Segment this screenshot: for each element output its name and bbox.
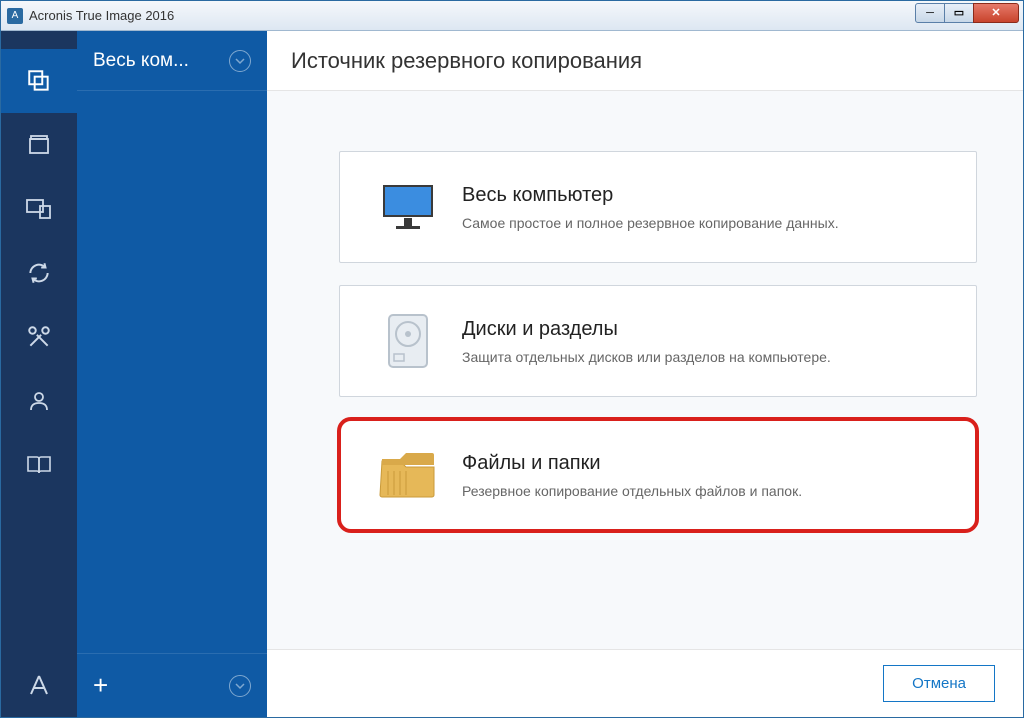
- tools-icon: [26, 324, 52, 350]
- context-header[interactable]: Весь ком...: [77, 31, 267, 91]
- card-title: Файлы и папки: [462, 452, 802, 475]
- card-desc: Самое простое и полное резервное копиров…: [462, 215, 839, 231]
- rail-backup[interactable]: [1, 49, 77, 113]
- context-panel: Весь ком... +: [77, 31, 267, 717]
- archive-icon: [27, 133, 51, 157]
- rail-sync[interactable]: [1, 241, 77, 305]
- footer-bar: Отмена: [267, 649, 1023, 717]
- context-footer: +: [77, 653, 267, 717]
- window-title: Acronis True Image 2016: [29, 8, 174, 23]
- acronis-logo-icon: [27, 673, 51, 697]
- chevron-down-icon: [229, 50, 251, 72]
- monitor-icon: [368, 182, 448, 232]
- rail-help[interactable]: [1, 433, 77, 497]
- sync-icon: [26, 260, 52, 286]
- card-title: Диски и разделы: [462, 318, 831, 341]
- card-desc: Защита отдельных дисков или разделов на …: [462, 349, 831, 365]
- app-window: A Acronis True Image 2016 ─ ▭ ✕: [0, 0, 1024, 718]
- page-title: Источник резервного копирования: [267, 31, 1023, 91]
- cancel-button[interactable]: Отмена: [883, 665, 995, 702]
- card-disks-partitions[interactable]: Диски и разделы Защита отдельных дисков …: [339, 285, 977, 397]
- maximize-button[interactable]: ▭: [944, 3, 974, 23]
- account-icon: [27, 389, 51, 413]
- minimize-icon: ─: [926, 7, 934, 19]
- titlebar: A Acronis True Image 2016 ─ ▭ ✕: [1, 1, 1023, 31]
- devices-icon: [26, 198, 52, 220]
- card-files-folders[interactable]: Файлы и папки Резервное копирование отде…: [339, 419, 977, 531]
- card-desc: Резервное копирование отдельных файлов и…: [462, 483, 802, 499]
- app-icon: A: [7, 8, 23, 24]
- card-title: Весь компьютер: [462, 184, 839, 207]
- maximize-icon: ▭: [954, 6, 964, 19]
- close-icon: ✕: [991, 6, 1000, 19]
- rail-devices[interactable]: [1, 177, 77, 241]
- rail-tools[interactable]: [1, 305, 77, 369]
- backup-icon: [26, 68, 52, 94]
- app-body: Весь ком... + Источник резервного копиро…: [1, 31, 1023, 717]
- content-area: Весь компьютер Самое простое и полное ре…: [267, 91, 1023, 649]
- rail-archive[interactable]: [1, 113, 77, 177]
- context-header-label: Весь ком...: [93, 50, 189, 72]
- card-entire-computer[interactable]: Весь компьютер Самое простое и полное ре…: [339, 151, 977, 263]
- window-controls: ─ ▭ ✕: [916, 3, 1019, 23]
- rail-account[interactable]: [1, 369, 77, 433]
- close-button[interactable]: ✕: [973, 3, 1019, 23]
- disk-icon: [368, 312, 448, 370]
- rail-acronis-logo[interactable]: [1, 653, 77, 717]
- chevron-down-icon[interactable]: [229, 675, 251, 697]
- folder-icon: [368, 451, 448, 499]
- help-icon: [26, 454, 52, 476]
- main-area: Источник резервного копирования Весь ком…: [267, 31, 1023, 717]
- add-button[interactable]: +: [93, 670, 108, 701]
- nav-rail: [1, 31, 77, 717]
- minimize-button[interactable]: ─: [915, 3, 945, 23]
